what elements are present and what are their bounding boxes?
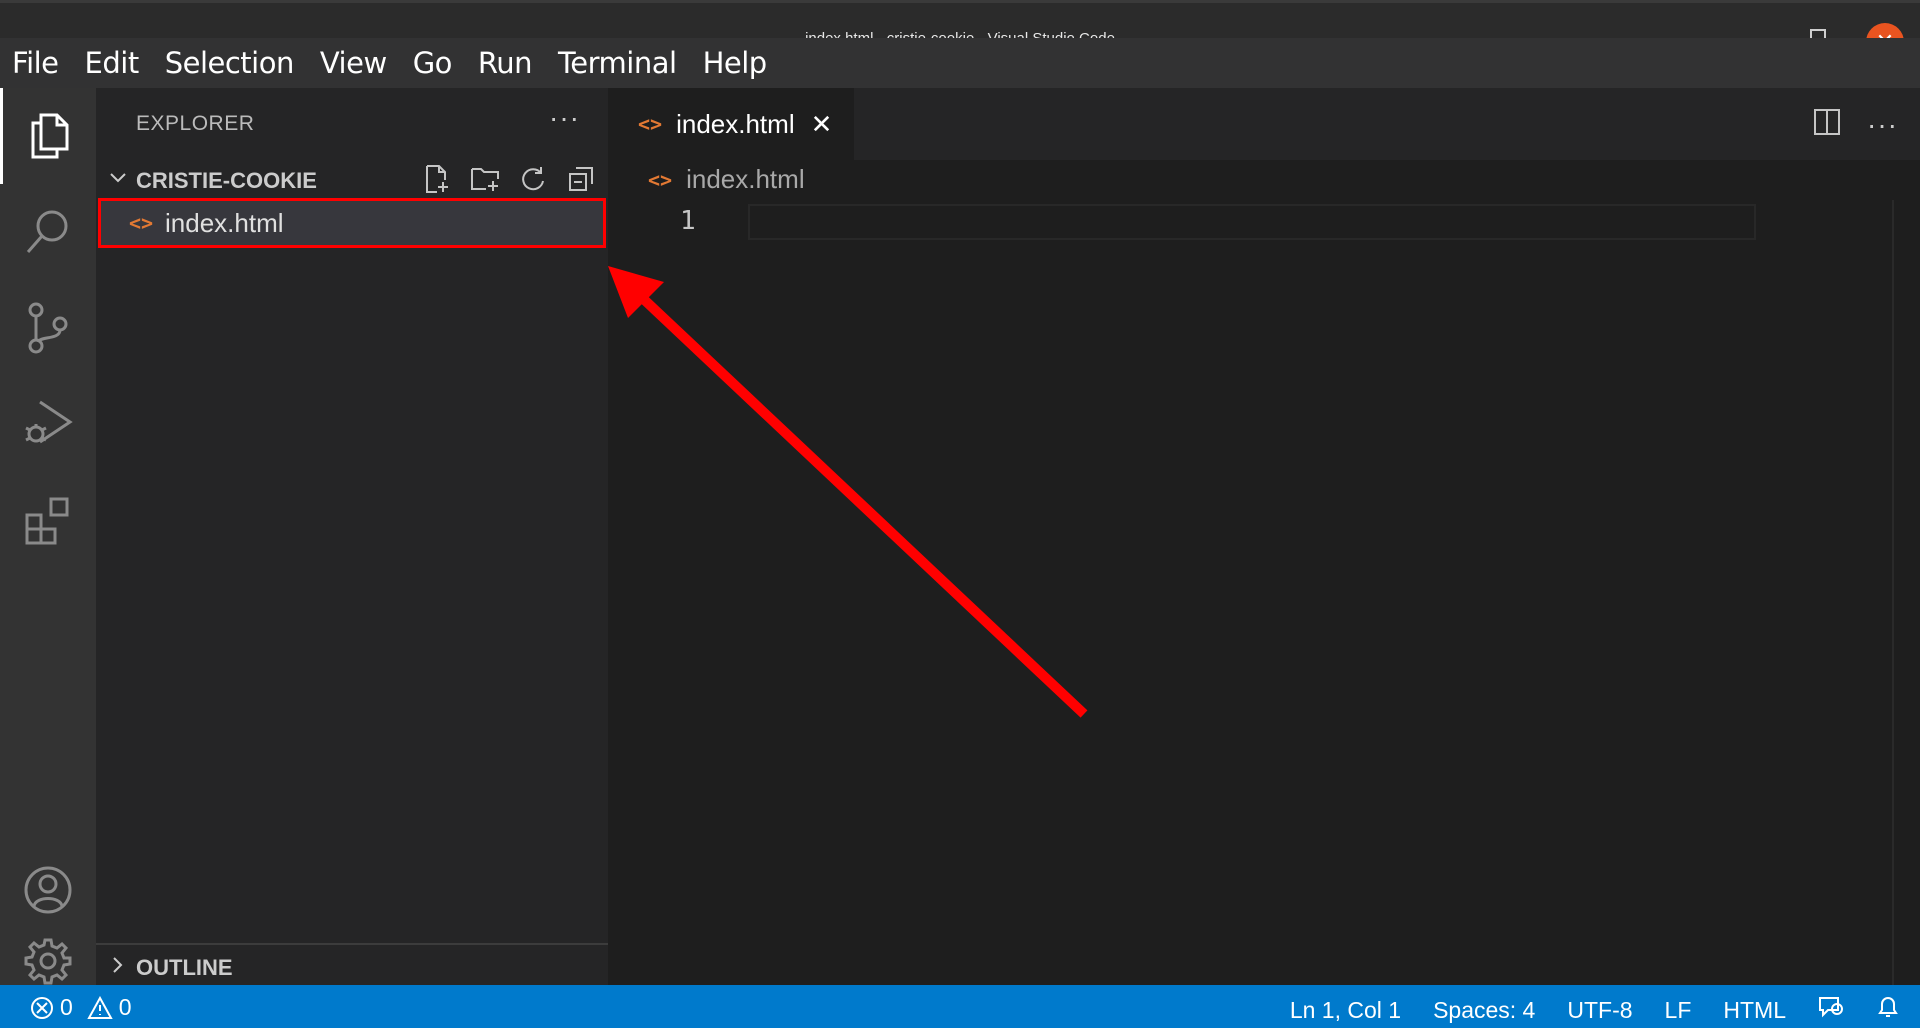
problems-indicator[interactable]: 0 0 (30, 994, 132, 1021)
menu-selection[interactable]: Selection (165, 46, 295, 80)
menu-help[interactable]: Help (703, 46, 768, 80)
chevron-down-icon (110, 173, 126, 183)
warning-count: 0 (118, 994, 132, 1020)
split-editor-icon[interactable] (1813, 108, 1841, 141)
language-mode[interactable]: HTML (1723, 997, 1786, 1024)
activity-bar (0, 88, 96, 985)
sidebar-title: EXPLORER (136, 112, 255, 135)
menu-file[interactable]: File (12, 46, 59, 80)
editor-tab-bar: <> index.html ✕ ··· (608, 88, 1920, 160)
title-bar: index.html - cristie-cookie - Visual Stu… (0, 0, 1920, 61)
end-of-line[interactable]: LF (1665, 997, 1692, 1024)
bell-icon[interactable] (1876, 994, 1900, 1026)
error-icon (31, 996, 53, 1019)
tab-label: index.html (676, 108, 795, 139)
folder-section-header[interactable]: CRISTIE-COOKIE (96, 160, 608, 198)
new-folder-icon[interactable] (468, 162, 502, 196)
menu-terminal[interactable]: Terminal (558, 46, 677, 80)
breadcrumb[interactable]: <> index.html (648, 164, 805, 195)
source-control-icon[interactable] (0, 280, 96, 376)
editor-more-actions-button[interactable]: ··· (1867, 110, 1898, 139)
explorer-icon[interactable] (0, 88, 96, 184)
file-item-index-html[interactable]: <> index.html (98, 198, 606, 248)
menu-view[interactable]: View (320, 46, 387, 80)
collapse-all-icon[interactable] (564, 162, 598, 196)
new-file-icon[interactable] (420, 162, 454, 196)
close-tab-icon[interactable]: ✕ (811, 109, 833, 140)
chevron-right-icon (113, 957, 123, 973)
feedback-icon[interactable] (1818, 994, 1844, 1026)
file-name: index.html (165, 207, 284, 238)
encoding[interactable]: UTF-8 (1567, 997, 1632, 1024)
html-file-icon: <> (129, 211, 154, 235)
error-count: 0 (60, 994, 73, 1020)
outline-section-header[interactable]: OUTLINE (96, 943, 608, 985)
status-bar: 0 0 Ln 1, Col 1 Spaces: 4 UTF-8 LF HTML (0, 985, 1920, 1028)
breadcrumb-file[interactable]: index.html (686, 164, 805, 195)
html-file-icon: <> (648, 167, 673, 192)
line-number: 1 (680, 206, 696, 236)
explorer-sidebar: EXPLORER ··· CRISTIE-COOKIE <> index.htm… (96, 88, 608, 985)
accounts-icon[interactable] (0, 842, 96, 938)
extensions-icon[interactable] (0, 472, 96, 568)
refresh-icon[interactable] (516, 162, 550, 196)
search-icon[interactable] (0, 184, 96, 280)
gear-icon[interactable] (0, 938, 96, 985)
run-debug-icon[interactable] (0, 376, 96, 472)
editor-scrollbar[interactable] (1892, 200, 1920, 985)
folder-name: CRISTIE-COOKIE (136, 168, 317, 193)
menu-edit[interactable]: Edit (85, 46, 140, 80)
sidebar-more-actions-button[interactable]: ··· (549, 102, 580, 134)
menu-go[interactable]: Go (413, 46, 453, 80)
indentation[interactable]: Spaces: 4 (1433, 997, 1535, 1024)
outline-label: OUTLINE (136, 955, 233, 980)
cursor-position[interactable]: Ln 1, Col 1 (1290, 997, 1401, 1024)
menu-run[interactable]: Run (478, 46, 533, 80)
editor-text-area[interactable] (748, 204, 1756, 240)
warning-icon (87, 995, 113, 1019)
tab-index-html[interactable]: <> index.html ✕ (608, 88, 854, 160)
menu-bar: File Edit Selection View Go Run Terminal… (0, 38, 1920, 88)
html-file-icon: <> (638, 112, 663, 136)
